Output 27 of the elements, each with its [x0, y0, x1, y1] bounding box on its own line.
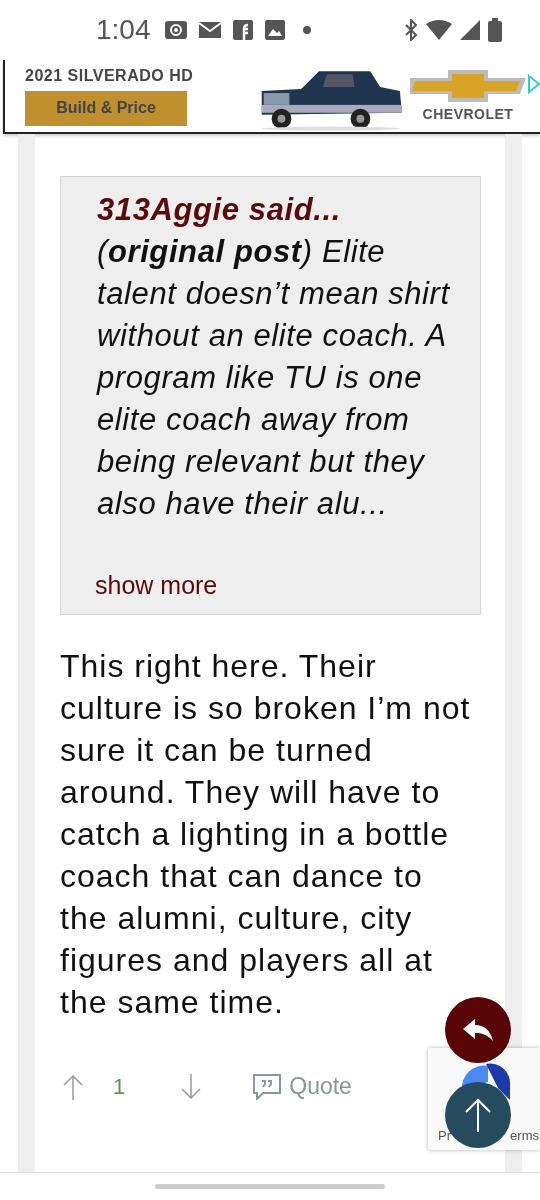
author-link[interactable]: 313Aggie said...: [97, 189, 466, 231]
terms-link[interactable]: erms: [510, 1128, 539, 1143]
wifi-icon: [426, 20, 452, 40]
brand-name: CHEVROLET: [422, 106, 514, 122]
play-icon: [528, 74, 540, 94]
home-handle[interactable]: [155, 1184, 385, 1189]
app-icon: [232, 20, 253, 40]
bluetooth-icon: [404, 19, 418, 41]
quote-text: (original post) Elite talent doesn’t mean shirt without an elite coach. A program like TU is one elite coach away from being relevant but they also have their alu...: [97, 233, 451, 523]
up-arrow-icon: [465, 1098, 491, 1132]
bowtie-icon: [410, 70, 526, 102]
privacy-link[interactable]: Pr: [438, 1128, 451, 1143]
ad-headline: 2021 SILVERADO HD: [25, 66, 195, 85]
speech-bubble-icon: [253, 1073, 282, 1100]
mail-icon: [198, 22, 221, 38]
signal-icon: [460, 20, 480, 40]
battery-icon: [488, 18, 502, 42]
upvote-icon[interactable]: [63, 1073, 83, 1100]
show-more-link[interactable]: show more: [95, 571, 218, 600]
radio-icon: [164, 21, 187, 39]
vote-count: 1: [113, 1073, 126, 1100]
image-icon: [264, 20, 285, 40]
dot-icon: [302, 26, 311, 34]
post-text: This right here. Their culture is so broken I’m not sure it can be turned around. They will have to catch a lighting in a bottle coach that can dance to the alumni, culture, city figures and players all at the same time.: [60, 647, 472, 1022]
clock-time: 1:04: [96, 14, 151, 46]
reply-icon: [463, 1019, 493, 1041]
downvote-icon[interactable]: [181, 1073, 202, 1100]
